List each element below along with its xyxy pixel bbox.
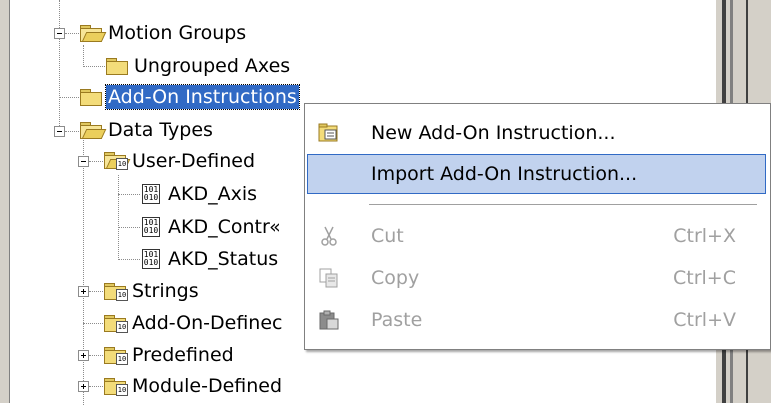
context-menu: New Add-On Instruction... Import Add-On …	[304, 103, 771, 350]
motion-groups-collapse-toggle[interactable]	[54, 28, 65, 39]
folder-icon	[80, 89, 102, 106]
tree-node-akd-control[interactable]: AKD_Contr«	[166, 214, 283, 240]
menu-item-shortcut: Ctrl+X	[673, 225, 736, 247]
tree-node-predefined[interactable]: Predefined	[130, 342, 236, 368]
datatype-icon: 101 010	[142, 249, 160, 269]
tree-node-akd-status[interactable]: AKD_Status	[166, 246, 280, 272]
data-types-collapse-toggle[interactable]	[54, 126, 65, 137]
menu-item-label: Paste	[371, 309, 423, 331]
strings-expand-toggle[interactable]	[78, 286, 89, 297]
tree-node-label: User-Defined	[132, 150, 256, 172]
menu-item-label: Cut	[371, 225, 404, 247]
tree-node-add-on-defined[interactable]: Add-On-Definec	[130, 310, 285, 336]
tree-node-label: Predefined	[132, 344, 234, 366]
user-defined-collapse-toggle[interactable]	[78, 156, 89, 167]
predefined-expand-toggle[interactable]	[78, 350, 89, 361]
tree-node-add-on-instructions[interactable]: Add-On Instructions	[105, 84, 300, 110]
tree-node-ungrouped-axes[interactable]: Ungrouped Axes	[132, 53, 292, 79]
open-datatype-folder-icon: 10	[104, 152, 131, 170]
datatype-folder-icon: 10	[104, 283, 128, 301]
menu-item-copy[interactable]: Copy Ctrl+C	[307, 258, 766, 298]
tree-node-label: Data Types	[108, 119, 213, 141]
copy-icon	[317, 266, 341, 290]
tree-line	[59, 0, 60, 130]
menu-item-cut[interactable]: Cut Ctrl+X	[307, 216, 766, 256]
new-instruction-icon	[317, 121, 341, 145]
tree-node-akd-axis[interactable]: AKD_Axis	[166, 181, 259, 207]
menu-item-shortcut: Ctrl+V	[673, 309, 736, 331]
tree-node-motion-groups[interactable]: Motion Groups	[106, 20, 248, 46]
tree-node-label: Module-Defined	[132, 375, 283, 397]
menu-separator	[369, 204, 757, 205]
open-folder-icon	[80, 25, 107, 42]
scissors-icon	[317, 224, 341, 248]
tree-node-label: AKD_Axis	[168, 183, 258, 205]
datatype-folder-icon: 10	[104, 378, 128, 396]
tree-node-user-defined[interactable]: User-Defined	[130, 148, 257, 174]
menu-item-label: Import Add-On Instruction...	[371, 163, 638, 185]
tree-line	[83, 45, 84, 67]
tree-node-label: AKD_Status	[168, 248, 279, 270]
menu-item-paste[interactable]: Paste Ctrl+V	[307, 300, 766, 340]
module-defined-expand-toggle[interactable]	[78, 381, 89, 392]
datatype-icon: 101 010	[142, 217, 160, 237]
datatype-folder-icon: 10	[104, 315, 128, 333]
paste-icon	[317, 308, 341, 332]
tree-node-label: Add-On Instructions	[105, 84, 300, 110]
datatype-folder-icon: 10	[104, 347, 128, 365]
tree-node-data-types[interactable]: Data Types	[106, 117, 215, 143]
menu-item-shortcut: Ctrl+C	[673, 267, 736, 289]
tree-node-label: Strings	[132, 280, 199, 302]
tree-line	[118, 175, 119, 260]
tree-line	[83, 140, 84, 405]
tree-node-label: Add-On-Definec	[132, 312, 283, 334]
menu-item-new-add-on-instruction[interactable]: New Add-On Instruction...	[307, 113, 766, 153]
tree-node-module-defined[interactable]: Module-Defined	[130, 373, 284, 399]
open-folder-icon	[80, 122, 107, 139]
menu-item-label: Copy	[371, 267, 420, 289]
left-panel-edge	[0, 0, 10, 403]
menu-item-import-add-on-instruction[interactable]: Import Add-On Instruction...	[307, 154, 766, 194]
folder-icon	[106, 58, 128, 75]
tree-node-label: AKD_Contr«	[168, 216, 281, 238]
tree-node-label: Ungrouped Axes	[134, 55, 291, 77]
menu-item-label: New Add-On Instruction...	[371, 122, 616, 144]
tree-node-strings[interactable]: Strings	[130, 278, 201, 304]
datatype-icon: 101 010	[142, 184, 160, 204]
tree-node-label: Motion Groups	[108, 22, 247, 44]
